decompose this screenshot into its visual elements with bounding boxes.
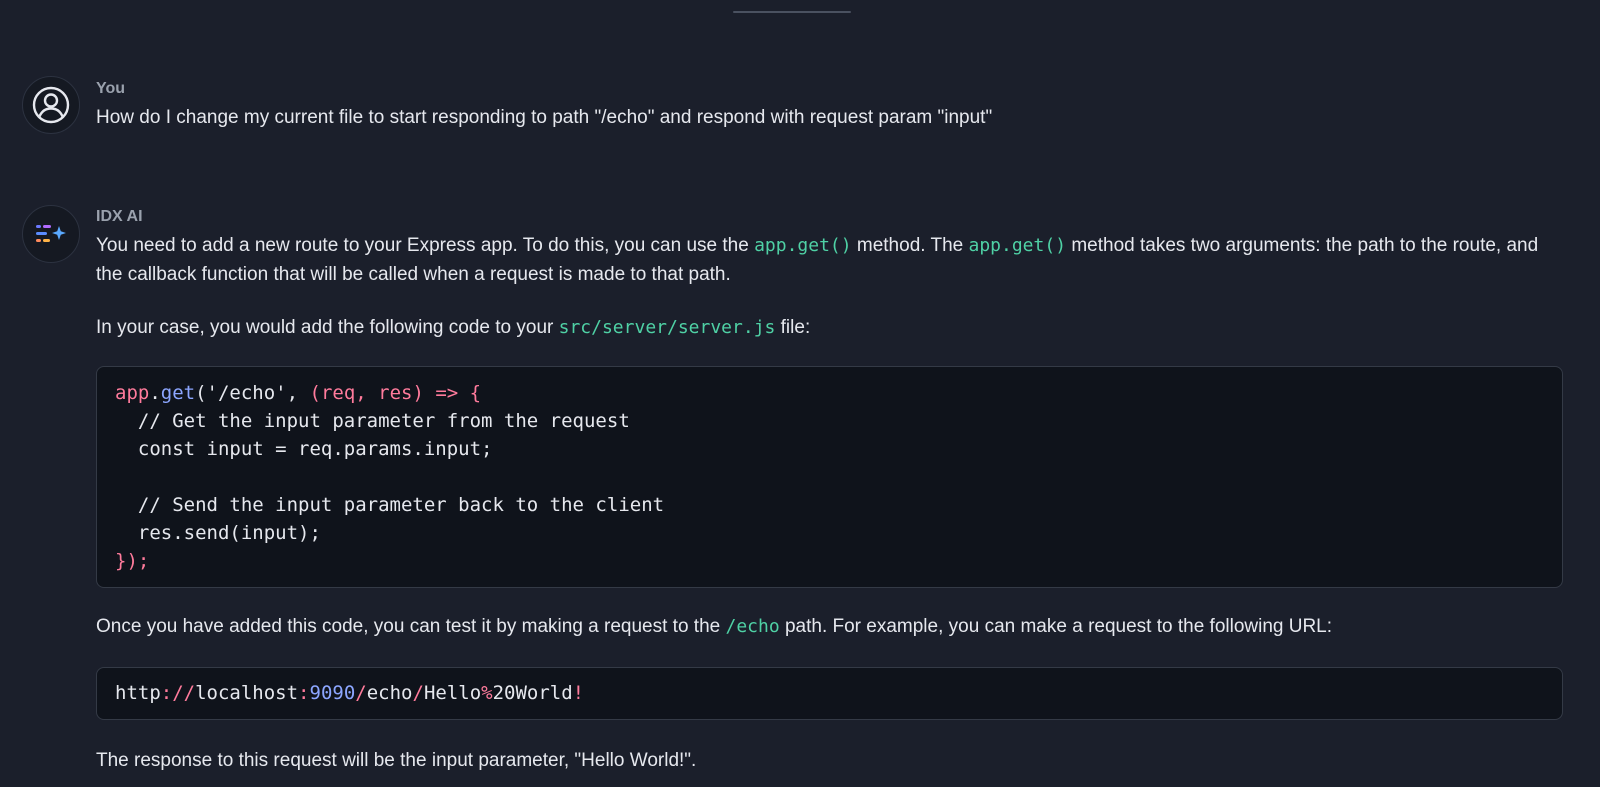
url-token: echo [366,682,413,704]
ai-paragraph-4: The response to this request will be the… [96,750,697,771]
code-line: res.send(input); [115,522,321,544]
code-token: app [115,382,150,404]
url-code-block[interactable]: http://localhost:9090/echo/Hello%20World… [96,667,1563,720]
url-token: ! [572,682,585,704]
ai-avatar [22,205,80,263]
code-token: (req, res) [309,382,424,404]
code-token: ); [126,550,150,572]
inline-code-path: /echo [725,616,780,637]
code-token: } [115,550,127,572]
text-segment: path. For example, you can make a reques… [779,616,1333,637]
code-token: ('/echo', [195,382,310,404]
user-avatar [22,76,80,134]
inline-code: app.get() [754,235,852,256]
inline-code: app.get() [968,235,1067,256]
url-token: 9090 [309,682,356,704]
text-segment: method. The [851,235,969,256]
idx-ai-logo-icon [36,225,66,242]
url-token: / [412,682,424,704]
code-line: app.get('/echo', (req, res) => { [115,379,1544,407]
code-token: get [160,382,196,404]
text-segment: You need to add a new route to your Expr… [96,235,755,256]
url-token: / [355,682,367,704]
code-token: . [149,382,161,404]
url-token: :// [160,682,196,704]
user-sender-name: You [96,80,126,97]
user-circle-icon [32,86,70,124]
code-line: }); [115,547,1544,575]
code-line: // Send the input parameter back to the … [115,494,665,516]
code-line: // Get the input parameter from the requ… [115,410,630,432]
ai-paragraph-2: In your case, you would add the followin… [96,313,810,342]
text-segment: Once you have added this code, you can t… [96,616,726,637]
top-divider [733,11,851,13]
url-token: localhost [195,682,299,704]
code-token: => { [423,382,482,404]
text-segment: In your case, you would add the followin… [96,317,559,338]
text-segment: file: [775,317,811,338]
url-token: % [481,682,493,704]
code-line: const input = req.params.input; [115,438,493,460]
ai-sender-name: IDX AI [96,208,143,225]
code-block[interactable]: app.get('/echo', (req, res) => { // Get … [96,366,1563,588]
ai-paragraph-1: You need to add a new route to your Expr… [96,231,1566,289]
url-token: Hello [423,682,482,704]
inline-code-file-path: src/server/server.js [558,317,776,338]
user-message-text: How do I change my current file to start… [96,107,993,128]
url-token: 20World [492,682,573,704]
url-token: http [115,682,161,704]
ai-paragraph-3: Once you have added this code, you can t… [96,612,1332,641]
url-token: : [298,682,310,704]
